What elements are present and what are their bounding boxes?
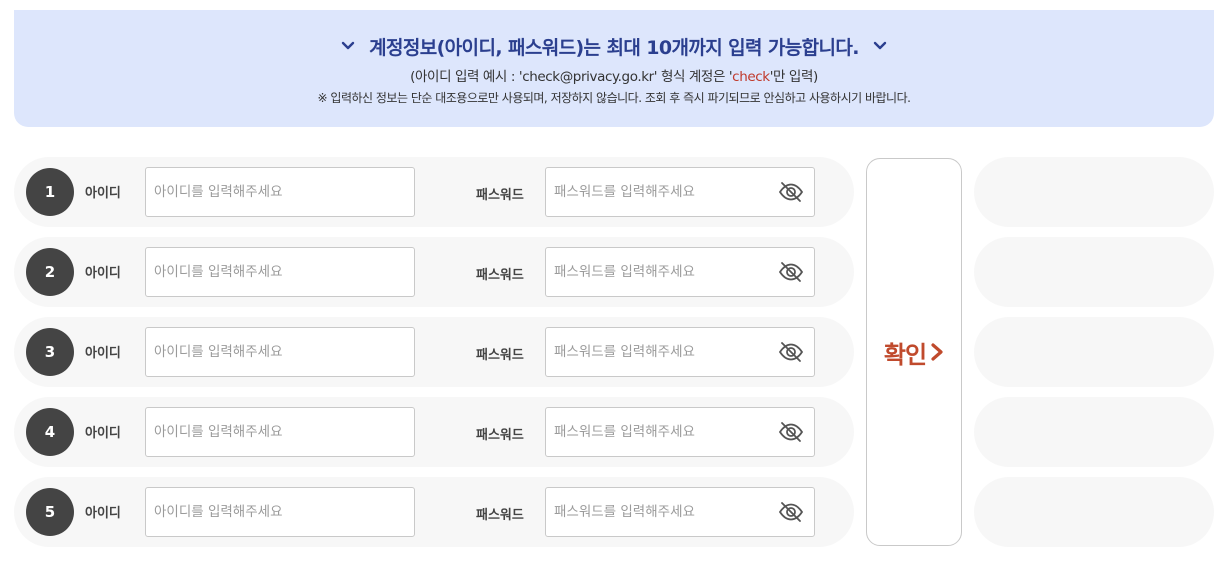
password-input[interactable]: [545, 327, 815, 377]
row-number-badge: 5: [26, 488, 74, 536]
id-label: 아이디: [85, 346, 121, 361]
id-input[interactable]: [145, 247, 415, 297]
chevron-right-icon: [930, 343, 944, 361]
row-number-badge: 4: [26, 408, 74, 456]
confirm-button[interactable]: 확인: [866, 158, 962, 546]
eye-slash-icon[interactable]: [778, 501, 804, 523]
id-input[interactable]: [145, 327, 415, 377]
example-highlight: check: [732, 69, 770, 85]
account-row: 1 아이디 패스워드: [14, 157, 854, 227]
result-slot: [974, 397, 1214, 467]
id-input[interactable]: [145, 487, 415, 537]
id-input[interactable]: [145, 167, 415, 217]
banner-title: 계정정보(아이디, 패스워드)는 최대 10개까지 입력 가능합니다.: [369, 36, 859, 59]
banner-notice: ※ 입력하신 정보는 단순 대조용으로만 사용되며, 저장하지 않습니다. 조회…: [317, 91, 911, 105]
password-label: 패스워드: [476, 508, 524, 523]
id-label: 아이디: [85, 266, 121, 281]
id-label: 아이디: [85, 426, 121, 441]
id-label: 아이디: [85, 186, 121, 201]
account-row: 3 아이디 패스워드: [14, 317, 854, 387]
id-label: 아이디: [85, 506, 121, 521]
info-banner: 계정정보(아이디, 패스워드)는 최대 10개까지 입력 가능합니다. (아이디…: [14, 10, 1214, 127]
result-slot: [974, 477, 1214, 547]
account-row: 4 아이디 패스워드: [14, 397, 854, 467]
eye-slash-icon[interactable]: [778, 181, 804, 203]
account-row: 2 아이디 패스워드: [14, 237, 854, 307]
eye-slash-icon[interactable]: [778, 341, 804, 363]
eye-slash-icon[interactable]: [778, 421, 804, 443]
password-input[interactable]: [545, 487, 815, 537]
eye-slash-icon[interactable]: [778, 261, 804, 283]
password-label: 패스워드: [476, 268, 524, 283]
banner-example: (아이디 입력 예시 : 'check@privacy.go.kr' 형식 계정…: [14, 65, 1214, 85]
password-input[interactable]: [545, 247, 815, 297]
password-label: 패스워드: [476, 348, 524, 363]
chevron-down-icon: [341, 39, 355, 53]
result-slot: [974, 157, 1214, 227]
example-prefix: (아이디 입력 예시 : 'check@privacy.go.kr' 형식 계정…: [410, 69, 733, 85]
confirm-label: 확인: [883, 340, 927, 369]
password-input[interactable]: [545, 167, 815, 217]
password-label: 패스워드: [476, 188, 524, 203]
example-suffix: '만 입력): [769, 69, 819, 85]
chevron-down-icon: [873, 39, 887, 53]
result-slot: [974, 237, 1214, 307]
id-input[interactable]: [145, 407, 415, 457]
password-input[interactable]: [545, 407, 815, 457]
banner-title-line: 계정정보(아이디, 패스워드)는 최대 10개까지 입력 가능합니다.: [14, 33, 1214, 59]
row-number-badge: 1: [26, 168, 74, 216]
result-slot: [974, 317, 1214, 387]
row-number-badge: 3: [26, 328, 74, 376]
account-row: 5 아이디 패스워드: [14, 477, 854, 547]
row-number-badge: 2: [26, 248, 74, 296]
password-label: 패스워드: [476, 428, 524, 443]
